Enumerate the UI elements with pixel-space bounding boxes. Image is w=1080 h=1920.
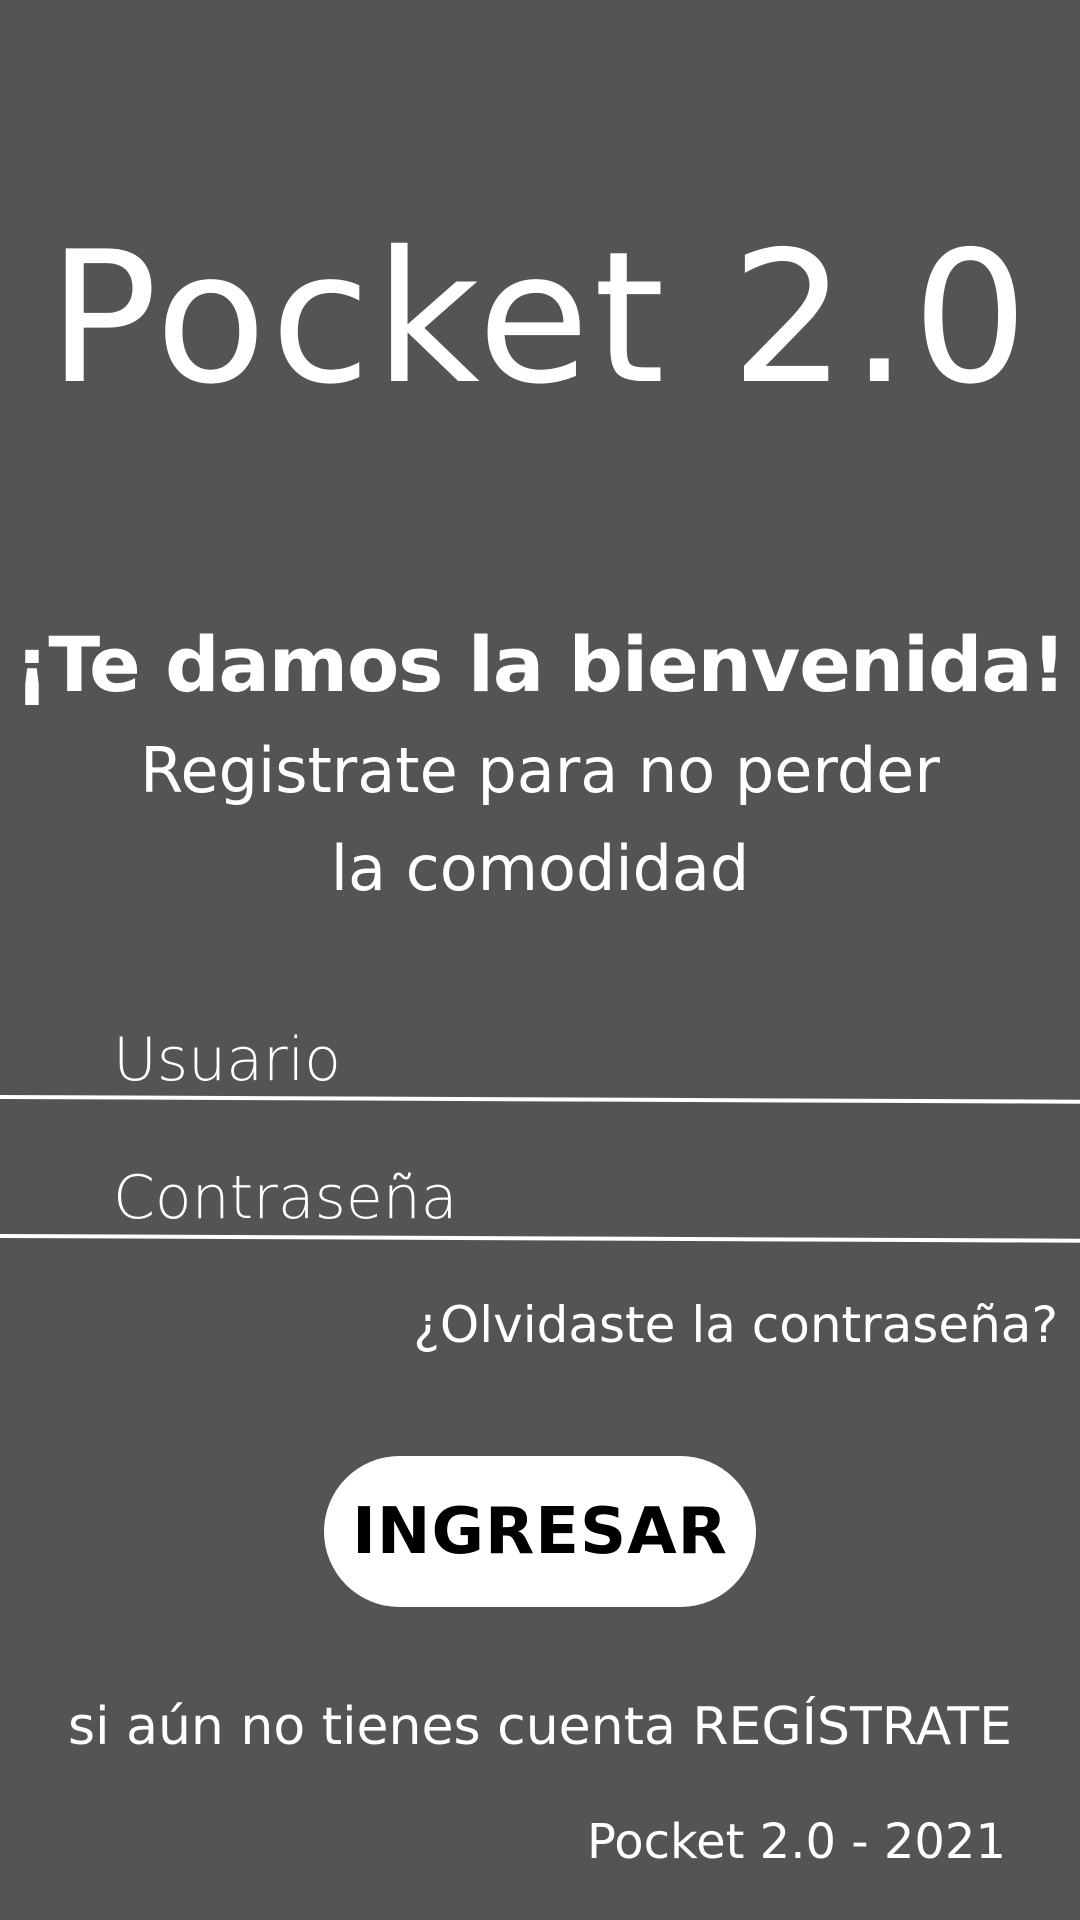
subtitle-line-2: la comodidad xyxy=(330,832,750,905)
register-prompt-text: si aún no tienes cuenta xyxy=(68,1697,693,1757)
register-prompt: si aún no tienes cuenta REGÍSTRATE xyxy=(0,1695,1080,1759)
password-input[interactable] xyxy=(0,1158,1080,1238)
login-button[interactable]: INGRESAR xyxy=(324,1456,756,1607)
welcome-subtitle: Registrate para no perder la comodidad xyxy=(90,722,990,918)
welcome-heading: ¡Te damos la bienvenida! xyxy=(14,620,1067,709)
username-field xyxy=(0,1020,1080,1100)
subtitle-line-1: Registrate para no perder xyxy=(140,734,940,807)
app-title: Pocket 2.0 xyxy=(47,212,1033,424)
username-input[interactable] xyxy=(0,1020,1080,1100)
footer-text: Pocket 2.0 - 2021 xyxy=(586,1814,1006,1870)
password-field xyxy=(0,1158,1080,1238)
register-link[interactable]: REGÍSTRATE xyxy=(692,1697,1012,1757)
forgot-password-link[interactable]: ¿Olvidaste la contraseña? xyxy=(413,1295,1058,1355)
